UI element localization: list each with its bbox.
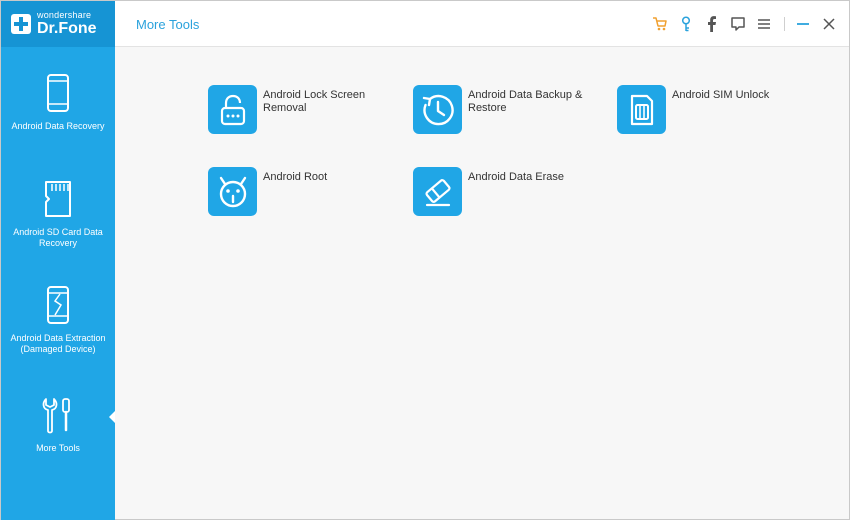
app-window: wondershare Dr.Fone Android Data Recover… [0,0,850,520]
cart-icon[interactable] [650,14,670,34]
lock-icon [208,85,257,134]
toolbar-divider [784,17,785,31]
tool-label: Android Lock Screen Removal [263,89,366,114]
tool-android-sim-unlock[interactable]: Android SIM Unlock [617,85,807,135]
sidebar-item-android-sd-card-data-recovery[interactable]: Android SD Card Data Recovery [1,179,115,284]
close-icon[interactable] [819,14,839,34]
tool-label: Android Root [263,171,328,183]
header: More Tools [115,1,849,47]
tool-android-data-backup-restore[interactable]: Android Data Backup & Restore [413,85,603,135]
tools-panel: Android Lock Screen Removal Android Data… [115,47,849,519]
toolbar [644,14,839,34]
menu-icon[interactable] [754,14,774,34]
broken-phone-icon [38,285,78,325]
feedback-icon[interactable] [728,14,748,34]
page-title: More Tools [136,17,200,32]
tool-android-root[interactable]: Android Root [208,167,398,217]
sidebar-item-android-data-extraction[interactable]: Android Data Extraction (Damaged Device) [1,285,115,390]
tool-label: Android Data Backup & Restore [468,89,583,114]
logo-brand: wondershare [37,10,92,20]
tool-android-lock-screen-removal[interactable]: Android Lock Screen Removal [208,85,398,135]
sd-card-icon [38,179,78,219]
tools-icon [38,395,78,435]
minimize-icon[interactable] [793,14,813,34]
android-root-icon [208,167,257,216]
sim-card-icon [617,85,666,134]
sidebar-item-label: More Tools [36,443,80,453]
sidebar-item-label: Android Data Extraction (Damaged Device) [10,333,106,354]
sidebar-item-more-tools[interactable]: More Tools [1,395,115,500]
logo-product: Dr.Fone [37,20,97,37]
drfone-logo-icon [11,14,31,34]
backup-clock-icon [413,85,462,134]
tool-android-data-erase[interactable]: Android Data Erase [413,167,603,217]
tool-label: Android Data Erase [468,171,564,183]
tool-label: Android SIM Unlock [672,89,770,101]
sidebar-item-label: Android SD Card Data Recovery [13,227,103,248]
sidebar-item-android-data-recovery[interactable]: Android Data Recovery [1,73,115,178]
key-icon[interactable] [676,14,696,34]
phone-icon [38,73,78,113]
app-logo: wondershare Dr.Fone [1,1,115,47]
sidebar-item-label: Android Data Recovery [11,121,105,131]
sidebar: wondershare Dr.Fone Android Data Recover… [1,1,116,520]
eraser-icon [413,167,462,216]
facebook-icon[interactable] [702,14,722,34]
